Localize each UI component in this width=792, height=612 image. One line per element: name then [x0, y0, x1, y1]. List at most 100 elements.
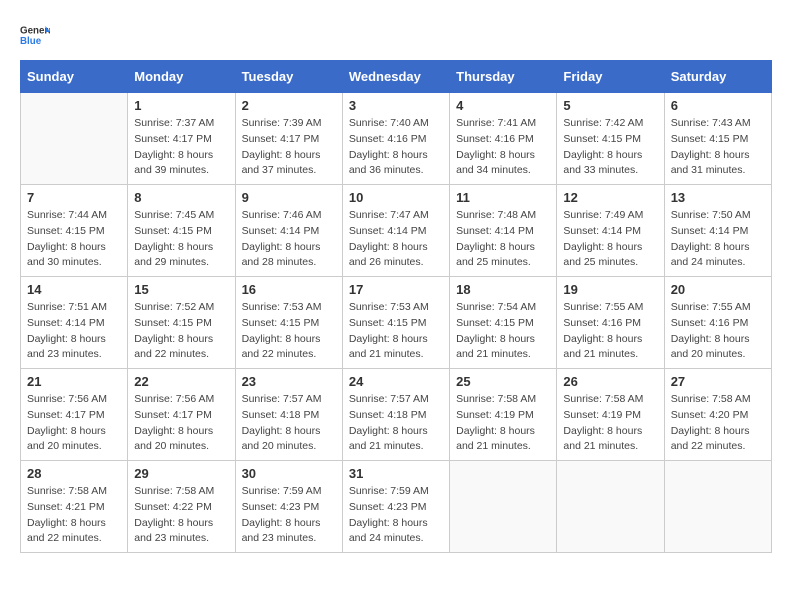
calendar-cell: 12Sunrise: 7:49 AMSunset: 4:14 PMDayligh…	[557, 185, 664, 277]
calendar-cell: 7 Sunrise: 7:44 AMSunset: 4:15 PMDaylight…	[21, 185, 128, 277]
cell-content: Sunrise: 7:57 AMSunset: 4:18 PMDaylight:…	[242, 392, 336, 455]
calendar-week-row: 7 Sunrise: 7:44 AMSunset: 4:15 PMDaylight…	[21, 185, 772, 277]
calendar-cell: 26Sunrise: 7:58 AMSunset: 4:19 PMDayligh…	[557, 369, 664, 461]
calendar-cell: 27 Sunrise: 7:58 AMSunset: 4:20 PMDayligh…	[664, 369, 771, 461]
cell-content: Sunrise: 7:58 AMSunset: 4:21 PMDaylight:…	[27, 484, 121, 547]
calendar-cell: 3 Sunrise: 7:40 AMSunset: 4:16 PMDaylight…	[342, 93, 449, 185]
cell-content: Sunrise: 7:58 AMSunset: 4:19 PMDaylight:…	[456, 392, 550, 455]
day-number: 27	[671, 374, 765, 389]
day-number: 13	[671, 190, 765, 205]
day-number: 25	[456, 374, 550, 389]
calendar-cell: 2Sunrise: 7:39 AMSunset: 4:17 PMDaylight…	[235, 93, 342, 185]
calendar-cell: 13Sunrise: 7:50 AMSunset: 4:14 PMDayligh…	[664, 185, 771, 277]
day-number: 7	[27, 190, 121, 205]
cell-content: Sunrise: 7:45 AMSunset: 4:15 PMDaylight:…	[134, 208, 228, 271]
cell-content: Sunrise: 7:53 AMSunset: 4:15 PMDaylight:…	[242, 300, 336, 363]
calendar-header-saturday: Saturday	[664, 61, 771, 93]
cell-content: Sunrise: 7:37 AMSunset: 4:17 PMDaylight:…	[134, 116, 228, 179]
day-number: 29	[134, 466, 228, 481]
calendar-week-row: 28 Sunrise: 7:58 AMSunset: 4:21 PMDayligh…	[21, 461, 772, 553]
calendar-table: SundayMondayTuesdayWednesdayThursdayFrid…	[20, 60, 772, 553]
calendar-cell: 11Sunrise: 7:48 AMSunset: 4:14 PMDayligh…	[450, 185, 557, 277]
cell-content: Sunrise: 7:44 AMSunset: 4:15 PMDaylight:…	[27, 208, 121, 271]
cell-content: Sunrise: 7:43 AMSunset: 4:15 PMDaylight:…	[671, 116, 765, 179]
calendar-cell	[21, 93, 128, 185]
day-number: 6	[671, 98, 765, 113]
calendar-header-friday: Friday	[557, 61, 664, 93]
calendar-week-row: 14 Sunrise: 7:51 AMSunset: 4:14 PMDayligh…	[21, 277, 772, 369]
day-number: 19	[563, 282, 657, 297]
calendar-cell: 21Sunrise: 7:56 AMSunset: 4:17 PMDayligh…	[21, 369, 128, 461]
day-number: 14	[27, 282, 121, 297]
calendar-header-thursday: Thursday	[450, 61, 557, 93]
cell-content: Sunrise: 7:39 AMSunset: 4:17 PMDaylight:…	[242, 116, 336, 179]
calendar-cell: 17Sunrise: 7:53 AMSunset: 4:15 PMDayligh…	[342, 277, 449, 369]
cell-content: Sunrise: 7:49 AMSunset: 4:14 PMDaylight:…	[563, 208, 657, 271]
day-number: 15	[134, 282, 228, 297]
cell-content: Sunrise: 7:46 AMSunset: 4:14 PMDaylight:…	[242, 208, 336, 271]
cell-content: Sunrise: 7:55 AMSunset: 4:16 PMDaylight:…	[671, 300, 765, 363]
cell-content: Sunrise: 7:58 AMSunset: 4:22 PMDaylight:…	[134, 484, 228, 547]
day-number: 9	[242, 190, 336, 205]
day-number: 23	[242, 374, 336, 389]
calendar-header-tuesday: Tuesday	[235, 61, 342, 93]
cell-content: Sunrise: 7:48 AMSunset: 4:14 PMDaylight:…	[456, 208, 550, 271]
calendar-cell: 20 Sunrise: 7:55 AMSunset: 4:16 PMDayligh…	[664, 277, 771, 369]
calendar-header-monday: Monday	[128, 61, 235, 93]
calendar-cell: 31Sunrise: 7:59 AMSunset: 4:23 PMDayligh…	[342, 461, 449, 553]
calendar-cell	[450, 461, 557, 553]
calendar-header-row: SundayMondayTuesdayWednesdayThursdayFrid…	[21, 61, 772, 93]
cell-content: Sunrise: 7:54 AMSunset: 4:15 PMDaylight:…	[456, 300, 550, 363]
calendar-cell: 4 Sunrise: 7:41 AMSunset: 4:16 PMDaylight…	[450, 93, 557, 185]
calendar-cell: 14 Sunrise: 7:51 AMSunset: 4:14 PMDayligh…	[21, 277, 128, 369]
calendar-cell: 23 Sunrise: 7:57 AMSunset: 4:18 PMDayligh…	[235, 369, 342, 461]
day-number: 28	[27, 466, 121, 481]
calendar-cell: 10 Sunrise: 7:47 AMSunset: 4:14 PMDayligh…	[342, 185, 449, 277]
day-number: 10	[349, 190, 443, 205]
cell-content: Sunrise: 7:41 AMSunset: 4:16 PMDaylight:…	[456, 116, 550, 179]
day-number: 26	[563, 374, 657, 389]
day-number: 8	[134, 190, 228, 205]
cell-content: Sunrise: 7:59 AMSunset: 4:23 PMDaylight:…	[242, 484, 336, 547]
calendar-cell: 30Sunrise: 7:59 AMSunset: 4:23 PMDayligh…	[235, 461, 342, 553]
day-number: 3	[349, 98, 443, 113]
calendar-cell: 29 Sunrise: 7:58 AMSunset: 4:22 PMDayligh…	[128, 461, 235, 553]
logo: General Blue	[20, 20, 50, 50]
calendar-cell: 5 Sunrise: 7:42 AMSunset: 4:15 PMDaylight…	[557, 93, 664, 185]
day-number: 4	[456, 98, 550, 113]
calendar-week-row: 1 Sunrise: 7:37 AMSunset: 4:17 PMDaylight…	[21, 93, 772, 185]
calendar-cell	[557, 461, 664, 553]
calendar-cell: 19 Sunrise: 7:55 AMSunset: 4:16 PMDayligh…	[557, 277, 664, 369]
cell-content: Sunrise: 7:51 AMSunset: 4:14 PMDaylight:…	[27, 300, 121, 363]
calendar-cell: 1 Sunrise: 7:37 AMSunset: 4:17 PMDaylight…	[128, 93, 235, 185]
day-number: 16	[242, 282, 336, 297]
calendar-cell: 15Sunrise: 7:52 AMSunset: 4:15 PMDayligh…	[128, 277, 235, 369]
calendar-cell: 25 Sunrise: 7:58 AMSunset: 4:19 PMDayligh…	[450, 369, 557, 461]
calendar-cell: 18 Sunrise: 7:54 AMSunset: 4:15 PMDayligh…	[450, 277, 557, 369]
day-number: 22	[134, 374, 228, 389]
calendar-cell: 8 Sunrise: 7:45 AMSunset: 4:15 PMDaylight…	[128, 185, 235, 277]
cell-content: Sunrise: 7:58 AMSunset: 4:20 PMDaylight:…	[671, 392, 765, 455]
cell-content: Sunrise: 7:47 AMSunset: 4:14 PMDaylight:…	[349, 208, 443, 271]
day-number: 17	[349, 282, 443, 297]
day-number: 24	[349, 374, 443, 389]
calendar-header-wednesday: Wednesday	[342, 61, 449, 93]
day-number: 20	[671, 282, 765, 297]
day-number: 5	[563, 98, 657, 113]
logo-icon: General Blue	[20, 20, 50, 50]
cell-content: Sunrise: 7:40 AMSunset: 4:16 PMDaylight:…	[349, 116, 443, 179]
cell-content: Sunrise: 7:57 AMSunset: 4:18 PMDaylight:…	[349, 392, 443, 455]
calendar-cell	[664, 461, 771, 553]
cell-content: Sunrise: 7:55 AMSunset: 4:16 PMDaylight:…	[563, 300, 657, 363]
day-number: 18	[456, 282, 550, 297]
calendar-header-sunday: Sunday	[21, 61, 128, 93]
day-number: 1	[134, 98, 228, 113]
calendar-cell: 16 Sunrise: 7:53 AMSunset: 4:15 PMDayligh…	[235, 277, 342, 369]
day-number: 21	[27, 374, 121, 389]
calendar-week-row: 21Sunrise: 7:56 AMSunset: 4:17 PMDayligh…	[21, 369, 772, 461]
calendar-cell: 9 Sunrise: 7:46 AMSunset: 4:14 PMDaylight…	[235, 185, 342, 277]
calendar-cell: 24 Sunrise: 7:57 AMSunset: 4:18 PMDayligh…	[342, 369, 449, 461]
calendar-cell: 6 Sunrise: 7:43 AMSunset: 4:15 PMDaylight…	[664, 93, 771, 185]
cell-content: Sunrise: 7:42 AMSunset: 4:15 PMDaylight:…	[563, 116, 657, 179]
calendar-cell: 22Sunrise: 7:56 AMSunset: 4:17 PMDayligh…	[128, 369, 235, 461]
